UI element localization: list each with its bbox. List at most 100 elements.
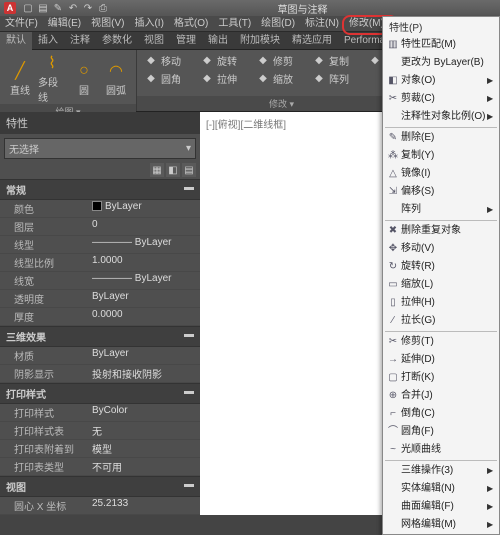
property-value[interactable]: ByColor	[92, 405, 200, 420]
property-value[interactable]: ByLayer	[92, 291, 200, 306]
property-row[interactable]: 圆心 X 坐标25.2133	[0, 497, 200, 515]
menu-item[interactable]: ◧对象(O)▶	[383, 72, 499, 90]
prop-tool-icon[interactable]: ▤	[182, 163, 196, 177]
ribbon-tab[interactable]: 插入	[32, 32, 64, 50]
menu-item[interactable]: 工具(T)	[213, 16, 256, 32]
property-value[interactable]: ByLayer	[92, 201, 200, 216]
property-row[interactable]: 打印样式ByColor	[0, 404, 200, 422]
menu-item[interactable]: ▥特性匹配(M)	[383, 36, 499, 54]
property-row[interactable]: 阴影显示投射和接收阴影	[0, 365, 200, 383]
property-row[interactable]: 打印表类型不可用	[0, 458, 200, 476]
ribbon-small-button[interactable]: ◆修剪	[255, 52, 303, 68]
property-value[interactable]: ———— ByLayer	[92, 237, 200, 252]
property-category[interactable]: 视图▬	[0, 476, 200, 497]
ribbon-small-button[interactable]: ◆移动	[143, 52, 191, 68]
prop-tool-icon[interactable]: ▦	[150, 163, 164, 177]
menu-item[interactable]: 阵列▶	[383, 201, 499, 219]
menu-item[interactable]: 曲面编辑(F)▶	[383, 498, 499, 516]
property-category[interactable]: 常规▬	[0, 179, 200, 200]
property-value[interactable]: 模型	[92, 441, 200, 456]
ribbon-tab[interactable]: 视图	[138, 32, 170, 50]
ribbon-button[interactable]: ╱直线	[6, 60, 34, 97]
ribbon-small-button[interactable]: ◆圆角	[143, 70, 191, 86]
menu-item[interactable]: ✥移动(V)	[383, 240, 499, 258]
menu-item[interactable]: ✂剪裁(C)▶	[383, 90, 499, 108]
menu-item[interactable]: 绘图(D)	[256, 16, 300, 32]
property-value[interactable]: ———— ByLayer	[92, 273, 200, 288]
menu-item[interactable]: ✂修剪(T)	[383, 333, 499, 351]
menu-header[interactable]: 特性(P)	[383, 17, 499, 36]
ribbon-small-button[interactable]: ◆阵列	[311, 70, 359, 86]
property-value[interactable]: 不可用	[92, 459, 200, 474]
menu-item[interactable]: ⌐倒角(C)	[383, 405, 499, 423]
ribbon-tab[interactable]: 默认	[0, 32, 32, 50]
property-row[interactable]: 透明度ByLayer	[0, 290, 200, 308]
menu-item[interactable]: ~光顺曲线	[383, 441, 499, 459]
menu-item[interactable]: 视图(V)	[86, 16, 129, 32]
menu-item[interactable]: ✖删除重复对象	[383, 222, 499, 240]
ribbon-button[interactable]: ◠圆弧	[102, 60, 130, 97]
ribbon-small-button[interactable]: ◆拉伸	[199, 70, 247, 86]
property-row[interactable]: 材质ByLayer	[0, 347, 200, 365]
ribbon-button[interactable]: ⌇多段线	[38, 52, 66, 104]
property-row[interactable]: 线型———— ByLayer	[0, 236, 200, 254]
menu-item[interactable]: 文件(F)	[0, 16, 43, 32]
property-row[interactable]: 线宽———— ByLayer	[0, 272, 200, 290]
ribbon-button[interactable]: ○圆	[70, 60, 98, 97]
property-value[interactable]: 25.2133	[92, 498, 200, 513]
qat-undo-icon[interactable]: ↶	[67, 2, 79, 14]
menu-item[interactable]: →延伸(D)	[383, 351, 499, 369]
workspace-label[interactable]: 草图与注释	[109, 1, 496, 16]
property-value[interactable]: ByLayer	[92, 348, 200, 363]
property-value[interactable]: 0	[92, 219, 200, 234]
menu-item[interactable]: 插入(I)	[129, 16, 168, 32]
ribbon-tab[interactable]: 注释	[64, 32, 96, 50]
property-category[interactable]: 打印样式▬	[0, 383, 200, 404]
viewport-label[interactable]: [-][俯视][二维线框]	[206, 116, 286, 131]
property-value[interactable]: 0.0000	[92, 309, 200, 324]
property-row[interactable]: 图层0	[0, 218, 200, 236]
ribbon-small-button[interactable]: ◆缩放	[255, 70, 303, 86]
ribbon-tab[interactable]: 精选应用	[286, 32, 338, 50]
qat-redo-icon[interactable]: ↷	[82, 2, 94, 14]
property-value[interactable]: 投射和接收阴影	[92, 366, 200, 381]
menu-item[interactable]: ▯拉伸(H)	[383, 294, 499, 312]
menu-item[interactable]: 编辑(E)	[43, 16, 86, 32]
property-row[interactable]: 厚度0.0000	[0, 308, 200, 326]
menu-item[interactable]: 标注(N)	[300, 16, 344, 32]
menu-item[interactable]: ▢打断(K)	[383, 369, 499, 387]
menu-item[interactable]: △镜像(I)	[383, 165, 499, 183]
property-row[interactable]: 打印样式表无	[0, 422, 200, 440]
ribbon-tab[interactable]: 参数化	[96, 32, 138, 50]
ribbon-small-button[interactable]: ◆复制	[311, 52, 359, 68]
menu-item[interactable]: 更改为 ByLayer(B)	[383, 54, 499, 72]
property-row[interactable]: 颜色ByLayer	[0, 200, 200, 218]
ribbon-tab[interactable]: 附加模块	[234, 32, 286, 50]
menu-item[interactable]: ⌒圆角(F)	[383, 423, 499, 441]
qat-new-icon[interactable]: ▢	[22, 2, 34, 14]
menu-item[interactable]: 网格编辑(M)▶	[383, 516, 499, 534]
menu-item[interactable]: ✎删除(E)	[383, 129, 499, 147]
ribbon-tab[interactable]: 管理	[170, 32, 202, 50]
property-value[interactable]: 无	[92, 423, 200, 438]
property-value[interactable]: 1.0000	[92, 255, 200, 270]
qat-save-icon[interactable]: ✎	[52, 2, 64, 14]
qat-open-icon[interactable]: ▤	[37, 2, 49, 14]
menu-item[interactable]: 格式(O)	[169, 16, 213, 32]
menu-item[interactable]: ▭缩放(L)	[383, 276, 499, 294]
qat-print-icon[interactable]: ⎙	[97, 2, 109, 14]
menu-item[interactable]: ↻旋转(R)	[383, 258, 499, 276]
menu-item[interactable]: 实体编辑(N)▶	[383, 480, 499, 498]
menu-item[interactable]: ⊕合并(J)	[383, 387, 499, 405]
app-logo[interactable]: A	[4, 2, 16, 14]
property-row[interactable]: 线型比例1.0000	[0, 254, 200, 272]
ribbon-tab[interactable]: 输出	[202, 32, 234, 50]
menu-item[interactable]: ⇲偏移(S)	[383, 183, 499, 201]
selection-dropdown[interactable]: 无选择 ▾	[4, 138, 196, 159]
ribbon-small-button[interactable]: ◆旋转	[199, 52, 247, 68]
property-row[interactable]: 打印表附着到模型	[0, 440, 200, 458]
menu-item[interactable]: ∕拉长(G)	[383, 312, 499, 330]
menu-item[interactable]: 注释性对象比例(O)▶	[383, 108, 499, 126]
menu-item[interactable]: ⁂复制(Y)	[383, 147, 499, 165]
prop-tool-icon[interactable]: ◧	[166, 163, 180, 177]
